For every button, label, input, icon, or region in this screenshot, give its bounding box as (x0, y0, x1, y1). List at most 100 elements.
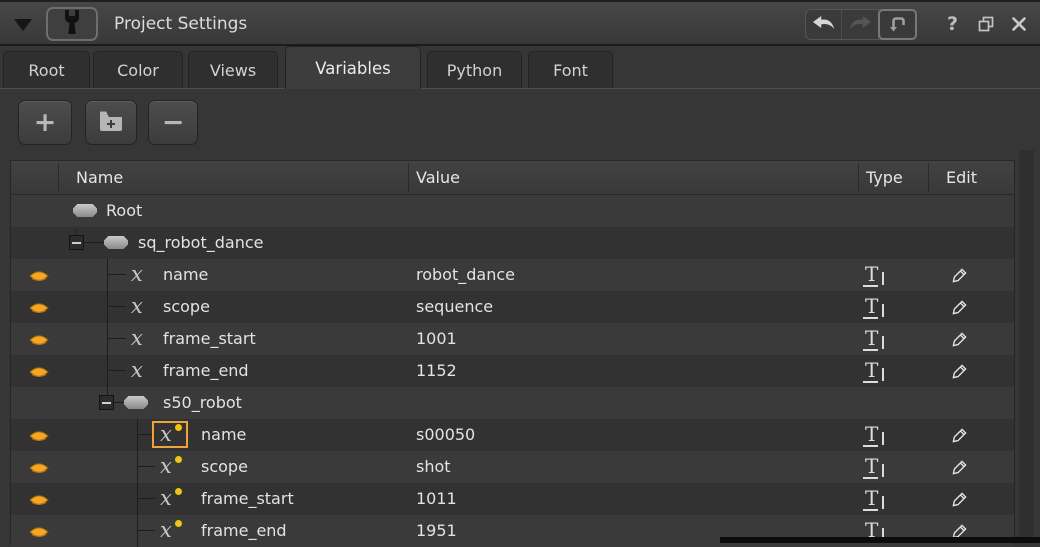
float-panel-button[interactable] (977, 15, 996, 38)
tree-line (84, 242, 104, 243)
history-button-group (805, 9, 917, 40)
eye-icon[interactable] (29, 524, 49, 538)
variable-value[interactable]: sequence (416, 291, 493, 323)
table-row-variable[interactable]: x name robot_dance T (11, 259, 1014, 291)
text-type-icon[interactable]: T (863, 327, 887, 351)
tab-color[interactable]: Color (93, 51, 183, 88)
pencil-edit-icon[interactable] (951, 458, 969, 480)
variable-value[interactable]: 1951 (416, 515, 457, 547)
table-row-variable[interactable]: x scope sequence T (11, 291, 1014, 323)
add-variable-button[interactable]: + (18, 100, 72, 145)
eye-icon[interactable] (29, 460, 49, 474)
pencil-edit-icon[interactable] (951, 362, 969, 384)
loop-arrow-icon (887, 14, 907, 36)
table-row-group[interactable]: s50_robot (11, 387, 1014, 419)
variable-x-icon: x (131, 291, 143, 323)
variable-value[interactable]: 1001 (416, 323, 457, 355)
tree-line (137, 451, 138, 483)
override-dot-icon (175, 520, 182, 527)
table-row-variable[interactable]: x frame_start 1001 T (11, 323, 1014, 355)
variable-x-icon: x (160, 483, 172, 515)
variable-x-icon: x (160, 515, 172, 547)
tree-line (107, 355, 108, 387)
eye-icon[interactable] (29, 268, 49, 282)
text-type-icon[interactable]: T (863, 359, 887, 383)
tree-line (107, 259, 108, 291)
variable-value[interactable]: shot (416, 451, 451, 483)
tab-views[interactable]: Views (188, 51, 278, 88)
redo-button[interactable] (842, 10, 878, 39)
collapse-expander-icon[interactable] (99, 395, 114, 410)
close-button[interactable] (1011, 16, 1027, 36)
tab-python[interactable]: Python (427, 51, 522, 88)
variable-value[interactable]: 1152 (416, 355, 457, 387)
variable-value[interactable]: s00050 (416, 419, 475, 451)
group-label: Root (106, 195, 142, 227)
tree-line (107, 338, 126, 339)
collapse-expander-icon[interactable] (69, 235, 84, 250)
undo-button[interactable] (806, 10, 842, 39)
eye-icon[interactable] (29, 492, 49, 506)
text-type-icon[interactable]: T (863, 423, 887, 447)
eye-icon[interactable] (29, 332, 49, 346)
group-pill-icon (124, 396, 148, 409)
collapse-triangle-icon[interactable] (14, 19, 32, 31)
eye-icon[interactable] (29, 428, 49, 442)
pencil-edit-icon[interactable] (951, 426, 969, 448)
table-row-root[interactable]: Root (11, 195, 1014, 227)
text-type-icon[interactable]: T (863, 455, 887, 479)
eye-icon[interactable] (29, 364, 49, 378)
tree-line (137, 466, 155, 467)
text-type-icon[interactable]: T (863, 487, 887, 511)
help-button[interactable]: ? (947, 2, 958, 48)
right-panel-margin (1019, 150, 1034, 543)
pencil-edit-icon[interactable] (951, 266, 969, 288)
tab-variables[interactable]: Variables (285, 46, 421, 89)
variables-table: Name Value Type Edit Root sq_robot_dance… (10, 160, 1015, 543)
remove-variable-button[interactable]: − (148, 100, 198, 145)
variable-value[interactable]: robot_dance (416, 259, 515, 291)
group-label: s50_robot (163, 387, 242, 419)
table-row-variable[interactable]: x frame_start 1011 T (11, 483, 1014, 515)
header-divider[interactable] (858, 163, 859, 193)
table-row-variable[interactable]: x scope shot T (11, 451, 1014, 483)
close-icon (1011, 17, 1027, 36)
pencil-edit-icon[interactable] (951, 490, 969, 512)
table-row-variable[interactable]: x frame_end 1152 T (11, 355, 1014, 387)
pencil-edit-icon[interactable] (951, 298, 969, 320)
variable-name: frame_start (201, 483, 294, 515)
variable-name: frame_start (163, 323, 256, 355)
header-divider[interactable] (928, 163, 929, 193)
pencil-edit-icon[interactable] (951, 330, 969, 352)
add-group-button[interactable] (85, 100, 137, 145)
project-settings-button[interactable] (46, 7, 98, 41)
column-header-value[interactable]: Value (416, 161, 460, 195)
table-row-variable-selected[interactable]: x name s00050 T (11, 419, 1014, 451)
text-type-icon[interactable]: T (863, 295, 887, 319)
folder-plus-icon (98, 107, 124, 138)
header-divider[interactable] (408, 163, 409, 193)
column-header-name[interactable]: Name (76, 161, 123, 195)
eye-icon[interactable] (29, 300, 49, 314)
text-type-icon[interactable]: T (863, 263, 887, 287)
redo-icon (848, 15, 872, 34)
tree-line (137, 530, 155, 531)
plus-icon: + (34, 107, 57, 138)
variable-value[interactable]: 1011 (416, 483, 457, 515)
tree-line (107, 274, 126, 275)
tab-root[interactable]: Root (3, 51, 90, 88)
column-header-edit[interactable]: Edit (946, 161, 977, 195)
tab-font[interactable]: Font (528, 51, 613, 88)
tree-line (107, 387, 108, 395)
variable-x-icon: x (131, 355, 143, 387)
revert-button[interactable] (878, 9, 917, 40)
tree-line (137, 515, 138, 547)
wrench-icon (61, 9, 83, 39)
header-divider[interactable] (58, 163, 59, 193)
table-row-group[interactable]: sq_robot_dance (11, 227, 1014, 259)
override-dot-icon (175, 424, 182, 431)
tree-line (114, 402, 124, 403)
column-header-type[interactable]: Type (866, 161, 903, 195)
undo-icon (812, 15, 836, 34)
group-label: sq_robot_dance (138, 227, 263, 259)
